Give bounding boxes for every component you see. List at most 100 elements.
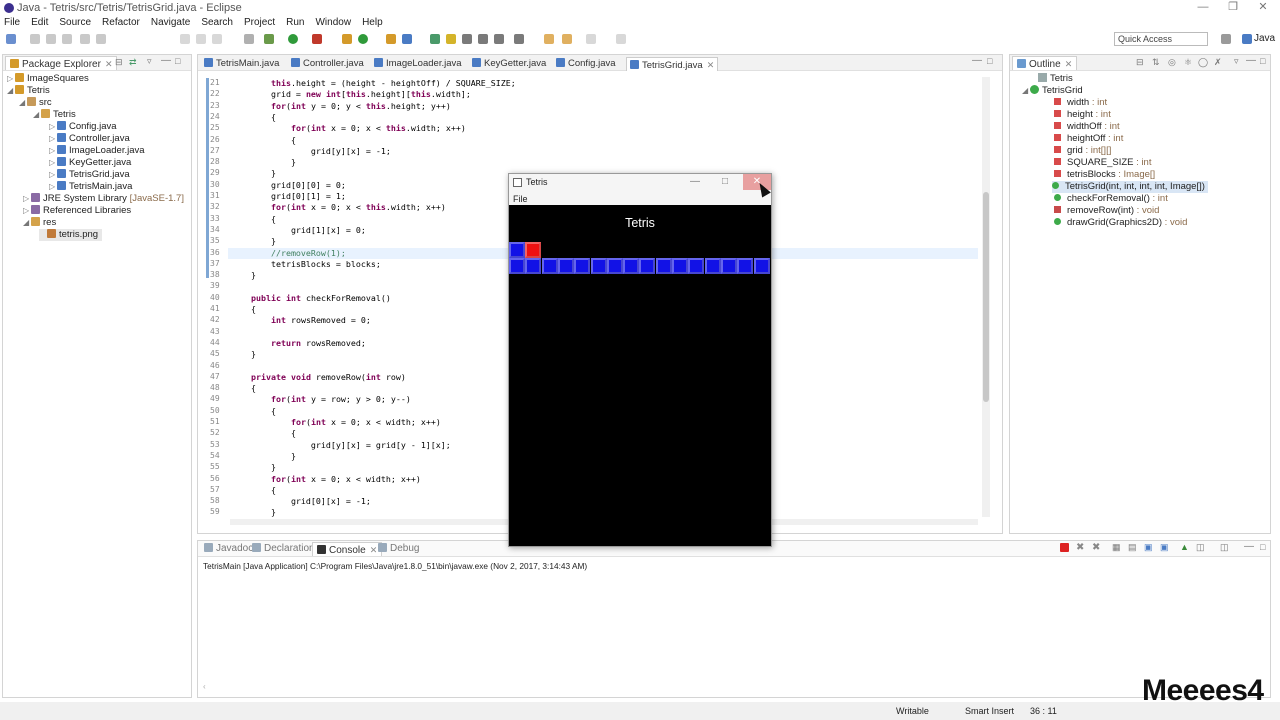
tab-keygetter-java[interactable]: KeyGetter.java xyxy=(472,57,546,71)
tree-item-referenced-libraries[interactable]: ▷ Referenced Libraries xyxy=(23,205,131,217)
tetris-minimize-button[interactable]: — xyxy=(681,174,709,190)
back-dropdown-icon[interactable] xyxy=(562,34,572,44)
code-line[interactable]: grid = new int[this.height][this.width]; xyxy=(231,89,471,99)
remove-all-icon[interactable]: ✖ xyxy=(1092,542,1100,553)
expand-arrow-icon[interactable]: ▷ xyxy=(23,193,31,205)
external-tools-icon[interactable] xyxy=(342,34,352,44)
outline-item-constructor[interactable]: TetrisGrid(int, int, int, int, Image[]) xyxy=(1052,181,1208,193)
collapse-arrow-icon[interactable]: ◢ xyxy=(23,217,31,229)
outline-item-package[interactable]: Tetris xyxy=(1038,73,1073,85)
tetris-window[interactable]: Tetris — □ ✕ File Tetris xyxy=(508,173,772,547)
tree-item-tetris-png[interactable]: tetris.png xyxy=(39,229,103,241)
terminate-icon[interactable] xyxy=(212,34,222,44)
code-line[interactable]: } xyxy=(231,270,256,280)
tab-console[interactable]: Console ✕ xyxy=(312,542,383,556)
sort-icon[interactable]: ⇅ xyxy=(1152,57,1160,68)
open-perspective-icon[interactable] xyxy=(1221,34,1231,44)
tab-declaration[interactable]: Declaration xyxy=(252,542,315,556)
code-line[interactable]: public int checkForRemoval() xyxy=(231,293,391,303)
print-icon[interactable] xyxy=(62,34,72,44)
menu-search[interactable]: Search xyxy=(201,16,233,30)
new-console-icon[interactable]: ◫ xyxy=(1220,542,1229,553)
expand-arrow-icon[interactable]: ▷ xyxy=(49,133,57,145)
code-line[interactable]: { xyxy=(231,214,276,224)
minimize-editor-icon[interactable]: — xyxy=(972,55,982,66)
java-perspective-button[interactable]: Java xyxy=(1240,31,1275,47)
tree-item-tetris-project[interactable]: ◢ Tetris xyxy=(7,85,50,97)
view-menu-icon[interactable]: ▿ xyxy=(1234,56,1239,67)
code-line[interactable]: for(int x = 0; x < width; x++) xyxy=(231,474,421,484)
next-annotation-icon[interactable] xyxy=(494,34,504,44)
pin-console-icon[interactable]: ▣ xyxy=(1144,542,1153,553)
scroll-left-icon[interactable]: ‹ xyxy=(203,682,206,691)
code-line[interactable]: //removeRow(1); xyxy=(231,248,346,258)
tetris-maximize-button[interactable]: □ xyxy=(711,174,739,190)
code-line[interactable]: grid[0][0] = 0; xyxy=(231,180,346,190)
back-icon[interactable] xyxy=(544,34,554,44)
new-java-project-icon[interactable] xyxy=(358,34,368,44)
code-line[interactable]: } xyxy=(231,236,276,246)
coverage-icon[interactable] xyxy=(312,34,322,44)
outline-item-field[interactable]: grid : int[][] xyxy=(1054,145,1111,157)
tetris-game-canvas[interactable]: Tetris xyxy=(509,205,771,546)
code-line[interactable]: grid[y][x] = grid[y - 1][x]; xyxy=(231,440,451,450)
maximize-editor-icon[interactable]: □ xyxy=(987,56,992,66)
close-icon[interactable]: ✕ xyxy=(370,545,378,555)
code-line[interactable]: for(int y = row; y > 0; y--) xyxy=(231,394,411,404)
terminate-icon[interactable] xyxy=(1060,543,1069,552)
code-line[interactable]: } xyxy=(231,462,276,472)
new-icon[interactable] xyxy=(6,34,16,44)
tab-controller-java[interactable]: Controller.java xyxy=(291,57,364,71)
resume-icon[interactable] xyxy=(180,34,190,44)
tree-item-keygetter-java[interactable]: ▷ KeyGetter.java xyxy=(49,157,131,169)
code-line[interactable]: private void removeRow(int row) xyxy=(231,372,406,382)
forward-icon[interactable] xyxy=(586,34,596,44)
code-line[interactable]: grid[0][x] = -1; xyxy=(231,496,371,506)
code-line[interactable]: for(int x = 0; x < width; x++) xyxy=(231,417,441,427)
menu-help[interactable]: Help xyxy=(362,16,383,30)
tree-item-jre-system-library[interactable]: ▷ JRE System Library [JavaSE-1.7] xyxy=(23,193,184,205)
code-line[interactable]: } xyxy=(231,451,296,461)
code-line[interactable]: { xyxy=(231,112,276,122)
code-line[interactable]: grid[y][x] = -1; xyxy=(231,146,391,156)
run-icon[interactable] xyxy=(288,34,298,44)
annotation-icon[interactable] xyxy=(462,34,472,44)
code-line[interactable]: } xyxy=(231,349,256,359)
close-tab-icon[interactable]: ✕ xyxy=(707,60,715,70)
save-icon[interactable] xyxy=(30,34,40,44)
tab-tetrisgrid-java[interactable]: TetrisGrid.java ✕ xyxy=(626,57,719,71)
clear-console-icon[interactable]: ▤ xyxy=(1128,542,1137,553)
collapse-all-icon[interactable]: ⊟ xyxy=(1136,57,1144,68)
code-line[interactable]: return rowsRemoved; xyxy=(231,338,366,348)
hide-static-icon[interactable]: ⚛ xyxy=(1184,57,1192,68)
quick-access-input[interactable]: Quick Access xyxy=(1114,32,1208,46)
code-line[interactable]: grid[0][1] = 1; xyxy=(231,191,346,201)
tree-item-tetrisgrid-java[interactable]: ▷ TetrisGrid.java xyxy=(49,169,130,181)
ant-icon[interactable] xyxy=(96,34,106,44)
block-selection-icon[interactable] xyxy=(478,34,488,44)
code-line[interactable]: { xyxy=(231,485,276,495)
restore-button[interactable]: ❐ xyxy=(1218,0,1248,16)
outline-item-field[interactable]: heightOff : int xyxy=(1054,133,1123,145)
menu-project[interactable]: Project xyxy=(244,16,275,30)
tree-item-config-java[interactable]: ▷ Config.java xyxy=(49,121,117,133)
prev-annotation-icon[interactable] xyxy=(514,34,524,44)
close-icon[interactable]: ✕ xyxy=(1065,59,1073,69)
close-icon[interactable]: ✕ xyxy=(105,59,113,69)
word-wrap-icon[interactable]: ▣ xyxy=(1160,542,1169,553)
menu-run[interactable]: Run xyxy=(286,16,304,30)
minimize-view-icon[interactable]: — xyxy=(1244,541,1254,552)
code-line[interactable]: { xyxy=(231,406,276,416)
pin-icon[interactable] xyxy=(616,34,626,44)
code-line[interactable]: this.height = (height - heightOff) / SQU… xyxy=(231,78,516,88)
tree-item-tetrismain-java[interactable]: ▷ TetrisMain.java xyxy=(49,181,132,193)
tab-config-java[interactable]: Config.java xyxy=(556,57,616,71)
expand-arrow-icon[interactable]: ▷ xyxy=(49,181,57,193)
tab-javadoc[interactable]: Javadoc xyxy=(204,542,253,556)
debug-icon[interactable] xyxy=(264,34,274,44)
scroll-lock-icon[interactable]: ▦ xyxy=(1112,542,1121,553)
close-button[interactable]: ✕ xyxy=(1248,0,1278,16)
code-line[interactable]: for(int x = 0; x < this.width; x++) xyxy=(231,202,446,212)
collapse-arrow-icon[interactable]: ◢ xyxy=(1022,85,1030,97)
tab-imageloader-java[interactable]: ImageLoader.java xyxy=(374,57,462,71)
